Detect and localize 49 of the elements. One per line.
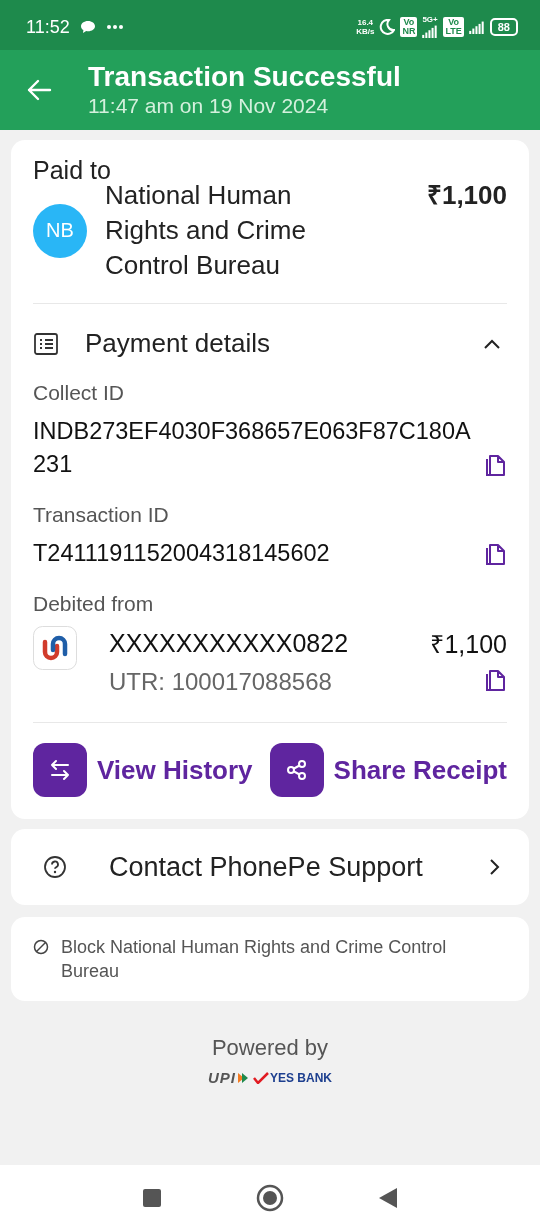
transaction-time: 11:47 am on 19 Nov 2024 <box>88 93 330 119</box>
home-button-icon[interactable] <box>256 1183 284 1212</box>
network-speed: 16.4 <box>357 18 374 27</box>
speed-unit: KB/s <box>356 27 375 36</box>
receipt-icon <box>33 331 59 356</box>
field-label: Transaction ID <box>33 503 170 527</box>
field-label: Collect ID <box>33 381 126 405</box>
network-type: 5G+ <box>422 16 438 24</box>
chevron-up-icon[interactable] <box>483 337 501 350</box>
upi-logo: UPI <box>208 1069 236 1086</box>
swap-arrows-icon[interactable] <box>33 743 87 797</box>
section-title: Payment details <box>85 328 270 359</box>
amount: ₹1,100 <box>430 629 507 660</box>
moon-icon <box>379 19 396 35</box>
battery: 88 <box>489 18 518 36</box>
amount: ₹1,100 <box>426 179 507 212</box>
sim-badge: Vo NR <box>400 17 418 37</box>
field-label: Debited from <box>33 592 155 616</box>
copy-icon[interactable] <box>485 453 507 477</box>
chevron-right-icon <box>489 858 501 876</box>
bank-logo-icon <box>33 626 77 670</box>
recents-button-icon[interactable] <box>142 1187 162 1208</box>
field-value: T2411191152004318145602 <box>33 539 331 568</box>
help-icon <box>43 855 67 879</box>
block-button[interactable]: Block National Human Rights and Crime Control Bureau <box>11 917 529 1001</box>
status-time: 11:52 <box>26 16 70 38</box>
signal-icon <box>468 20 485 34</box>
share-icon[interactable] <box>269 743 324 797</box>
chat-bubble-icon <box>79 20 96 34</box>
action-link[interactable]: Share Receipt <box>333 754 507 786</box>
more-icon <box>105 24 124 30</box>
copy-icon[interactable] <box>485 668 507 692</box>
back-arrow-icon[interactable] <box>26 79 52 101</box>
powered-by-text: Powered by <box>211 1035 329 1061</box>
account-number: XXXXXXXXXXX0822 <box>109 628 349 658</box>
bank-logo: YES BANK <box>270 1070 332 1085</box>
page-title: Transaction Successful <box>88 61 401 93</box>
sim-badge: Vo LTE <box>443 17 464 37</box>
copy-icon[interactable] <box>485 542 507 566</box>
arrow-logo-icon <box>237 1071 249 1084</box>
tick-icon <box>253 1071 269 1084</box>
avatar: NB <box>33 203 87 258</box>
support-button[interactable]: Contact PhonePe Support <box>11 829 529 905</box>
block-icon <box>33 939 49 955</box>
signal-icon <box>422 24 439 38</box>
utr-number: UTR: 100017088568 <box>109 668 332 696</box>
back-button-icon[interactable] <box>378 1186 398 1209</box>
field-value: INDB273EF4030F368657E063F87C180A231 <box>33 417 472 479</box>
action-link[interactable]: View History <box>97 754 253 786</box>
